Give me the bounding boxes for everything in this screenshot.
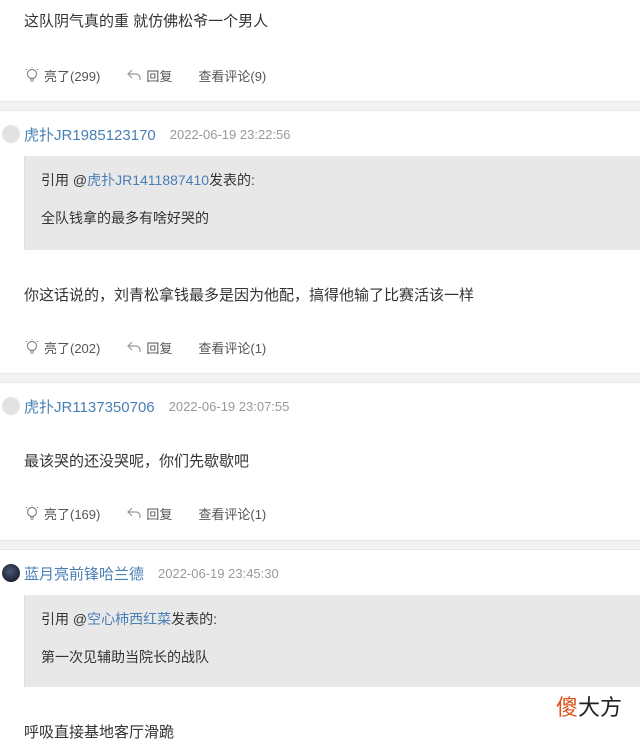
comment-actions: 亮了(299) 回复 查看评论(9) [24,64,292,86]
reply-button[interactable]: 回复 [126,66,172,85]
like-button[interactable]: 亮了(169) [24,504,100,523]
quoted-user-link[interactable]: 空心柿西红菜 [87,611,171,627]
quote-text: 全队钱拿的最多有啥好哭的 [41,210,209,226]
avatar[interactable] [2,564,20,582]
comment-text: 最该哭的还没哭呢，你们先歇歇吧 [24,453,250,470]
timestamp: 2022-06-19 23:07:55 [168,398,290,414]
light-bulb-icon [25,339,39,354]
like-count: 亮了(169) [44,506,101,522]
reply-icon [127,69,141,80]
separator [0,373,640,383]
avatar[interactable] [2,397,20,415]
avatar[interactable] [2,125,20,143]
username[interactable]: 蓝月亮前锋哈兰德 [24,563,144,584]
watermark-part-2: 大方 [577,696,622,721]
view-comments-button[interactable]: 查看评论(9) [198,66,266,85]
light-bulb-icon [25,505,39,520]
comment-text: 你这话说的，刘青松拿钱最多是因为他配，搞得他输了比赛活该一样 [24,287,475,304]
comment-actions: 亮了(169) 回复 查看评论(1) [24,502,292,524]
comment-1: 这队阴气真的重 就仿佛松爷一个男人 亮了(299) 回复 查看评论(9) [0,0,640,100]
username[interactable]: 虎扑JR1137350706 [24,396,155,417]
light-bulb-icon [25,67,39,82]
view-comments-label: 查看评论(1) [198,506,267,522]
comment-header: 虎扑JR1985123170 2022-06-19 23:22:56 [0,122,290,146]
reply-icon [127,507,141,518]
view-comments-label: 查看评论(9) [198,68,267,84]
comment-header: 蓝月亮前锋哈兰德 2022-06-19 23:45:30 [0,561,279,585]
quoted-user-link[interactable]: 虎扑JR1411887410 [87,172,209,188]
view-comments-button[interactable]: 查看评论(1) [198,504,266,523]
reply-button[interactable]: 回复 [126,338,172,357]
like-count: 亮了(299) [44,68,101,84]
quote-suffix: 发表的: [171,611,217,627]
comment-text: 呼吸直接基地客厅滑跪 [24,724,175,741]
reply-label: 回复 [146,68,173,84]
view-comments-button[interactable]: 查看评论(1) [198,338,266,357]
timestamp: 2022-06-19 23:45:30 [158,565,279,581]
username[interactable]: 虎扑JR1985123170 [24,124,156,145]
comment-3: 虎扑JR1137350706 2022-06-19 23:07:55 最该哭的还… [0,384,640,540]
quote-header: 引用 @虎扑JR1411887410发表的: [41,170,255,190]
like-button[interactable]: 亮了(202) [24,338,100,357]
comment-text: 这队阴气真的重 就仿佛松爷一个男人 [24,13,269,30]
quote-header: 引用 @空心柿西红菜发表的: [41,609,217,629]
reply-icon [127,341,141,352]
like-button[interactable]: 亮了(299) [24,66,100,85]
quote-block: 引用 @虎扑JR1411887410发表的: 全队钱拿的最多有啥好哭的 [24,156,640,250]
like-count: 亮了(202) [44,340,101,356]
watermark-part-1: 傻 [555,696,578,721]
view-comments-label: 查看评论(1) [198,340,267,356]
comment-actions: 亮了(202) 回复 查看评论(1) [24,336,292,358]
separator [0,101,640,111]
separator [0,540,640,550]
watermark: 傻大方 [556,690,622,722]
comment-2: 虎扑JR1985123170 2022-06-19 23:22:56 引用 @虎… [0,112,640,374]
quote-prefix: 引用 @ [41,611,88,627]
quote-prefix: 引用 @ [41,172,88,188]
quote-block: 引用 @空心柿西红菜发表的: 第一次见辅助当院长的战队 [24,595,640,687]
quote-text: 第一次见辅助当院长的战队 [41,649,209,665]
quote-suffix: 发表的: [209,172,255,188]
comment-header: 虎扑JR1137350706 2022-06-19 23:07:55 [0,394,289,418]
reply-label: 回复 [146,340,173,356]
comment-4: 蓝月亮前锋哈兰德 2022-06-19 23:45:30 引用 @空心柿西红菜发… [0,551,640,743]
timestamp: 2022-06-19 23:22:56 [169,126,291,142]
reply-label: 回复 [146,506,173,522]
reply-button[interactable]: 回复 [126,504,172,523]
